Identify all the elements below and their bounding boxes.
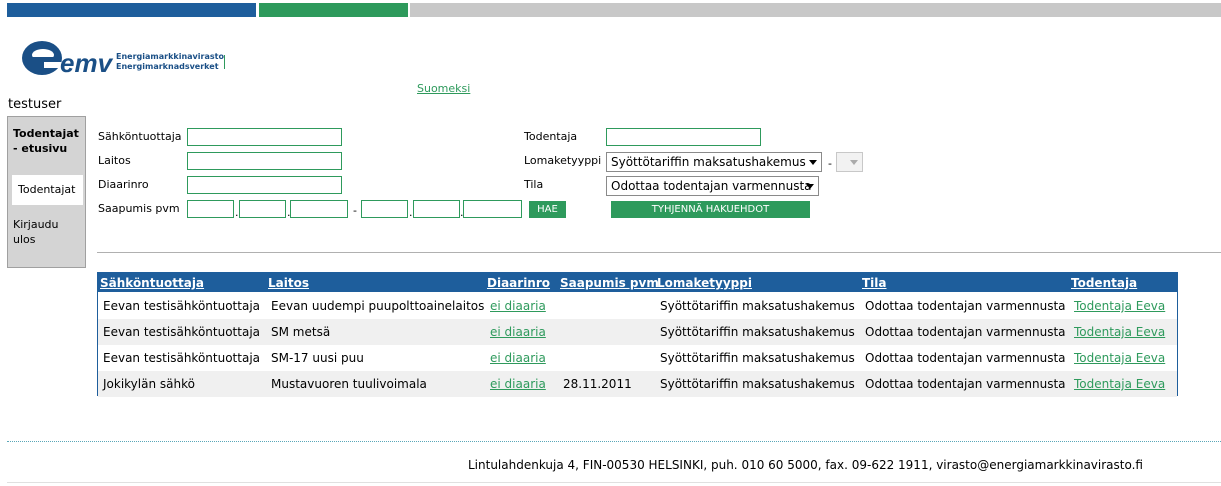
cell-lomaketyyppi: Syöttötariffin maksatushakemus bbox=[660, 377, 855, 391]
results-table: Sähköntuottaja Laitos Diaarinro Saapumis… bbox=[97, 272, 1178, 397]
cell-todentaja-link[interactable]: Todentaja Eeva bbox=[1074, 299, 1165, 313]
cell-laitos: SM metsä bbox=[271, 325, 331, 339]
cell-sahkontuottaja: Eevan testisähköntuottaja bbox=[103, 299, 261, 313]
logo-text: Energiamarkkinavirasto Energimarknadsver… bbox=[116, 52, 224, 72]
cell-lomaketyyppi: Syöttötariffin maksatushakemus bbox=[660, 351, 855, 365]
cell-tila: Odottaa todentajan varmennusta bbox=[865, 299, 1066, 313]
tila-label: Tila bbox=[524, 178, 544, 191]
lomaketyyppi-sub-select[interactable] bbox=[836, 152, 863, 172]
lomaketyyppi-select[interactable]: Syöttötariffin maksatushakemus bbox=[606, 152, 822, 172]
cell-laitos: Eevan uudempi puupolttoainelaitos bbox=[271, 299, 485, 313]
cell-diaarinro-link[interactable]: ei diaaria bbox=[490, 299, 546, 313]
date-from-year-input[interactable] bbox=[290, 200, 348, 218]
cell-diaarinro-link[interactable]: ei diaaria bbox=[490, 325, 546, 339]
laitos-label: Laitos bbox=[98, 154, 131, 167]
date-to-year-input[interactable] bbox=[463, 200, 522, 218]
date-dot: . bbox=[409, 206, 413, 219]
top-color-bars bbox=[0, 0, 1221, 18]
cell-tila: Odottaa todentajan varmennusta bbox=[865, 377, 1066, 391]
table-header: Sähköntuottaja Laitos Diaarinro Saapumis… bbox=[98, 273, 1177, 292]
col-header-diaarinro[interactable]: Diaarinro bbox=[487, 276, 550, 290]
sahkontuottaja-label: Sähköntuottaja bbox=[98, 130, 182, 143]
cell-sahkontuottaja: Eevan testisähköntuottaja bbox=[103, 325, 261, 339]
table-row: Eevan testisähköntuottaja SM metsä ei di… bbox=[98, 319, 1177, 345]
lomaketyyppi-label: Lomaketyyppi bbox=[524, 154, 602, 167]
language-link[interactable]: Suomeksi bbox=[417, 82, 470, 95]
col-header-tila[interactable]: Tila bbox=[862, 276, 887, 290]
saapumis-label: Saapumis pvm bbox=[98, 202, 180, 215]
cell-todentaja-link[interactable]: Todentaja Eeva bbox=[1074, 377, 1165, 391]
cell-sahkontuottaja: Jokikylän sähkö bbox=[103, 377, 195, 391]
todentaja-input[interactable] bbox=[606, 128, 761, 146]
date-range-separator: - bbox=[353, 204, 357, 217]
col-header-sahkontuottaja[interactable]: Sähköntuottaja bbox=[100, 276, 204, 290]
divider bbox=[97, 252, 1221, 253]
table-row: Jokikylän sähkö Mustavuoren tuulivoimala… bbox=[98, 371, 1177, 397]
cell-lomaketyyppi: Syöttötariffin maksatushakemus bbox=[660, 325, 855, 339]
date-dot: . bbox=[235, 206, 239, 219]
bottom-divider bbox=[7, 482, 1221, 483]
lomaketyyppi-value: Syöttötariffin maksatushakemus bbox=[611, 155, 806, 169]
cell-tila: Odottaa todentajan varmennusta bbox=[865, 325, 1066, 339]
username: testuser bbox=[8, 97, 62, 112]
top-bar-gray bbox=[410, 3, 1221, 17]
cell-tila: Odottaa todentajan varmennusta bbox=[865, 351, 1066, 365]
footer-divider bbox=[7, 441, 1221, 442]
cell-diaarinro-link[interactable]: ei diaaria bbox=[490, 377, 546, 391]
sidebar: Todentajat - etusivu Todentajat Kirjaudu… bbox=[7, 116, 86, 268]
date-to-day-input[interactable] bbox=[361, 200, 408, 218]
lomaketyyppi-dash: - bbox=[828, 157, 832, 170]
logo-line1: Energiamarkkinavirasto bbox=[116, 52, 224, 61]
footer-address: Lintulahdenkuja 4, FIN-00530 HELSINKI, p… bbox=[468, 458, 1143, 472]
col-header-lomaketyyppi[interactable]: Lomaketyyppi bbox=[657, 276, 752, 290]
cell-lomaketyyppi: Syöttötariffin maksatushakemus bbox=[660, 299, 855, 313]
chevron-down-icon bbox=[809, 160, 817, 165]
tila-value: Odottaa todentajan varmennusta bbox=[611, 179, 812, 193]
sidebar-item-home[interactable]: Todentajat - etusivu bbox=[13, 126, 81, 156]
date-from-month-input[interactable] bbox=[239, 200, 286, 218]
diaarinro-label: Diaarinro bbox=[98, 178, 149, 191]
cell-todentaja-link[interactable]: Todentaja Eeva bbox=[1074, 325, 1165, 339]
sidebar-item-label: Todentajat bbox=[18, 183, 76, 196]
table-row: Eevan testisähköntuottaja SM-17 uusi puu… bbox=[98, 345, 1177, 371]
tila-select[interactable]: Odottaa todentajan varmennusta bbox=[606, 176, 819, 196]
col-header-todentaja[interactable]: Todentaja bbox=[1071, 276, 1137, 290]
sidebar-item-logout[interactable]: Kirjaudu ulos bbox=[13, 217, 73, 247]
date-from-day-input[interactable] bbox=[187, 200, 234, 218]
cell-sahkontuottaja: Eevan testisähköntuottaja bbox=[103, 351, 261, 365]
logo-divider bbox=[224, 55, 225, 69]
date-to-month-input[interactable] bbox=[413, 200, 460, 218]
col-header-saapumis[interactable]: Saapumis pvm bbox=[560, 276, 659, 290]
col-header-laitos[interactable]: Laitos bbox=[268, 276, 309, 290]
laitos-input[interactable] bbox=[187, 152, 342, 170]
top-bar-green bbox=[259, 3, 408, 17]
top-bar-blue bbox=[7, 3, 256, 17]
sahkontuottaja-input[interactable] bbox=[187, 128, 342, 146]
logo-line2: Energimarknadsverket bbox=[116, 62, 219, 71]
logo-mark: emv bbox=[60, 48, 114, 78]
cell-saapumis: 28.11.2011 bbox=[563, 377, 632, 391]
todentaja-label: Todentaja bbox=[524, 130, 578, 143]
clear-filters-button[interactable]: TYHJENNÄ HAKUEHDOT bbox=[611, 201, 810, 218]
chevron-down-icon bbox=[850, 160, 858, 165]
sidebar-item-todentajat[interactable]: Todentajat bbox=[12, 175, 83, 205]
diaarinro-input[interactable] bbox=[187, 176, 342, 194]
search-button[interactable]: HAE bbox=[529, 201, 566, 218]
cell-laitos: Mustavuoren tuulivoimala bbox=[271, 377, 427, 391]
chevron-down-icon bbox=[806, 184, 814, 189]
table-row: Eevan testisähköntuottaja Eevan uudempi … bbox=[98, 293, 1177, 319]
cell-diaarinro-link[interactable]: ei diaaria bbox=[490, 351, 546, 365]
cell-laitos: SM-17 uusi puu bbox=[271, 351, 364, 365]
cell-todentaja-link[interactable]: Todentaja Eeva bbox=[1074, 351, 1165, 365]
